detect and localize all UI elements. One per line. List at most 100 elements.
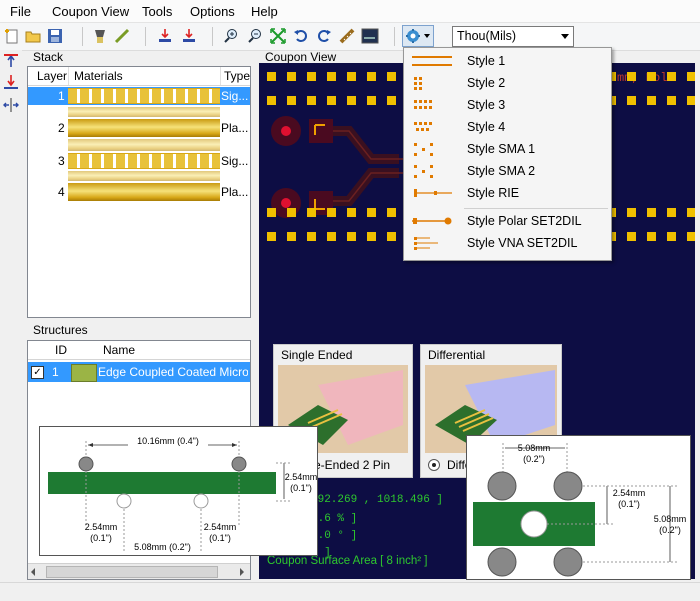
ground-pad: [307, 96, 316, 105]
open-folder-icon[interactable]: [24, 27, 42, 45]
stack-row-3[interactable]: 3 Sig...: [28, 152, 250, 170]
ground-pad: [327, 232, 336, 241]
ground-pad: [267, 72, 276, 81]
ground-pad: [367, 72, 376, 81]
style-menu-item[interactable]: Style SMA 2: [404, 160, 611, 182]
style-menu-item[interactable]: Style Polar SET2DIL: [404, 210, 611, 232]
scroll-left-icon[interactable]: [31, 568, 35, 576]
differential-title: Differential: [428, 348, 486, 362]
top-dimension: 10.16mm (0.4"): [128, 436, 208, 446]
ground-pad: [627, 72, 636, 81]
style-3-icon: [414, 100, 432, 109]
middle-dimension-in: (0.1"): [618, 499, 640, 509]
column-name[interactable]: Name: [103, 343, 135, 357]
ground-pad: [307, 72, 316, 81]
measure-icon[interactable]: [338, 27, 356, 45]
layer-number: 3: [58, 154, 65, 168]
bottom-right-dimension-mm: 2.54mm: [203, 522, 237, 532]
ground-pad: [327, 96, 336, 105]
style-picker-button[interactable]: [402, 25, 434, 47]
ground-pad: [367, 96, 376, 105]
footprint-diagram-single: 10.16mm (0.4") 2.54mm (0.1") 2.54mm (0.1…: [39, 426, 318, 556]
zoom-out-icon[interactable]: [246, 27, 264, 45]
rotate-left-icon[interactable]: [292, 27, 310, 45]
column-materials[interactable]: Materials: [74, 69, 123, 83]
ground-pad: [287, 208, 296, 217]
layer-number: 4: [58, 185, 65, 199]
column-layer[interactable]: Layer: [37, 69, 67, 83]
layer-type: Pla...: [221, 185, 249, 199]
bottom-right-dimension-in: (0.1"): [209, 533, 231, 543]
style-menu-item[interactable]: Style 1: [404, 50, 611, 72]
save-icon[interactable]: [46, 27, 64, 45]
structures-header: ID Name: [28, 341, 250, 360]
dielectric-graphic: [68, 107, 220, 117]
ground-pad: [387, 208, 396, 217]
bottom-dimension: 5.08mm (0.2"): [126, 542, 199, 552]
probe-tool-icon[interactable]: [91, 27, 109, 45]
style-menu-item[interactable]: Style 4: [404, 116, 611, 138]
move-layer-down-icon[interactable]: [3, 74, 19, 93]
dielectric-graphic: [68, 171, 220, 181]
structure-row[interactable]: ✓ 1 Edge Coupled Coated Microstrip: [28, 362, 250, 382]
ground-pad: [667, 208, 676, 217]
layer-number: 2: [58, 121, 65, 135]
scrollbar-thumb[interactable]: [46, 566, 218, 578]
menu-tools[interactable]: Tools: [142, 4, 172, 19]
column-id[interactable]: ID: [55, 343, 67, 357]
stack-row-1[interactable]: 1 Sig...: [28, 87, 250, 105]
ground-pad: [667, 72, 676, 81]
ground-pad: [287, 96, 296, 105]
style-menu-item[interactable]: Style VNA SET2DIL: [404, 232, 611, 254]
ground-pad: [647, 232, 656, 241]
right-dimension-mm: 5.08mm: [653, 514, 687, 524]
stack-row-4[interactable]: 4 Pla...: [28, 183, 250, 201]
layer-down-2-icon[interactable]: [180, 27, 198, 45]
signal-layer-graphic: [68, 153, 220, 169]
menu-separator: [464, 208, 608, 209]
ground-pad: [627, 96, 636, 105]
differential-radio[interactable]: [428, 459, 440, 471]
menu-help[interactable]: Help: [251, 4, 278, 19]
ground-pad: [667, 96, 676, 105]
menu-file[interactable]: File: [10, 4, 31, 19]
ground-pad: [647, 72, 656, 81]
top-dimension-mm: 5.08mm: [517, 443, 551, 453]
units-select[interactable]: Thou(Mils): [452, 26, 574, 47]
horizontal-scrollbar[interactable]: [28, 563, 250, 579]
zoom-fit-icon[interactable]: [269, 27, 287, 45]
right-dimension-mm: 2.54mm: [284, 472, 318, 482]
split-icon[interactable]: [3, 98, 19, 115]
ground-pad: [307, 208, 316, 217]
structure-checkbox[interactable]: ✓: [31, 366, 44, 379]
rotate-right-icon[interactable]: [315, 27, 333, 45]
menu-options[interactable]: Options: [190, 4, 235, 19]
new-file-icon[interactable]: [3, 27, 21, 45]
chevron-down-icon: [561, 34, 569, 39]
layer-type: Sig...: [221, 89, 249, 103]
menu-coupon-view[interactable]: Coupon View: [52, 4, 129, 19]
style-menu-item[interactable]: Style 3: [404, 94, 611, 116]
zoom-in-icon[interactable]: [222, 27, 240, 45]
screen-icon[interactable]: [361, 27, 379, 45]
scroll-right-icon[interactable]: [240, 568, 244, 576]
trace-tool-icon[interactable]: [113, 27, 131, 45]
style-polar-icon: [412, 217, 452, 225]
units-value: Thou(Mils): [457, 29, 517, 43]
layer-type: Sig...: [221, 154, 249, 168]
style-menu-item[interactable]: Style 2: [404, 72, 611, 94]
top-dimension-in: (0.2"): [523, 454, 545, 464]
stack-row-2[interactable]: 2 Pla...: [28, 119, 250, 137]
coupon-view-title: Coupon View: [265, 50, 337, 64]
right-dimension-in: (0.2"): [659, 525, 681, 535]
style-menu-item[interactable]: Style SMA 1: [404, 138, 611, 160]
style-menu-item[interactable]: Style RIE: [404, 182, 611, 204]
ground-pad: [387, 96, 396, 105]
move-layer-up-icon[interactable]: [3, 54, 19, 71]
ground-pad: [687, 232, 695, 241]
ground-pad: [347, 72, 356, 81]
ground-pad: [347, 232, 356, 241]
column-type[interactable]: Type: [224, 69, 250, 83]
layer-down-icon[interactable]: [156, 27, 174, 45]
ground-pad: [367, 232, 376, 241]
